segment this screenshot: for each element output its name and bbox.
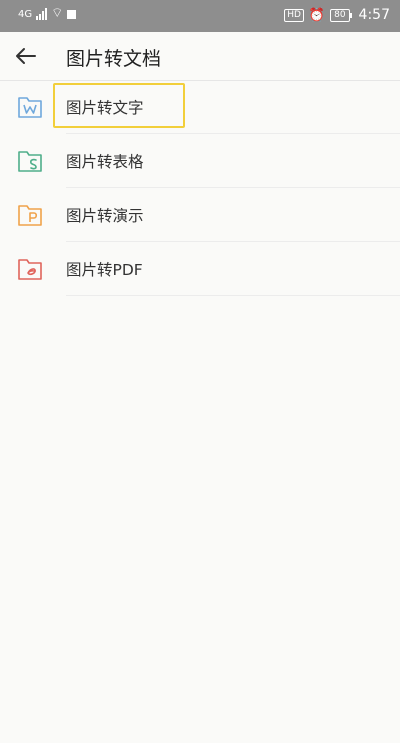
status-bar: 4G ⌔ HD ⏰ 80 4:57	[0, 0, 400, 32]
item-label: 图片转表格	[66, 153, 144, 171]
battery-icon: 80	[330, 8, 353, 22]
alarm-icon: ⏰	[308, 7, 326, 23]
item-label: 图片转PDF	[66, 261, 143, 279]
notification-icon	[67, 9, 77, 19]
divider	[66, 295, 400, 296]
list-item-image-to-text[interactable]: 图片转文字	[0, 80, 400, 134]
clock: 4:57	[358, 7, 390, 23]
signal-icon	[36, 8, 48, 20]
conversion-list: 图片转文字 图片转表格 图片转演示 图片转PDF	[0, 80, 400, 296]
wifi-icon: ⌔	[51, 6, 64, 21]
list-item-image-to-slides[interactable]: 图片转演示	[0, 188, 400, 242]
arrow-left-icon	[16, 48, 36, 64]
doc-word-icon	[18, 97, 42, 118]
network-type: 4G	[18, 8, 33, 20]
item-label: 图片转演示	[66, 207, 144, 225]
doc-pdf-icon	[18, 259, 42, 280]
list-item-image-to-pdf[interactable]: 图片转PDF	[0, 242, 400, 296]
app-bar: 图片转文档	[0, 32, 400, 81]
selection-highlight	[53, 83, 185, 128]
back-button[interactable]	[10, 41, 42, 71]
doc-sheet-icon	[18, 151, 42, 172]
list-item-image-to-sheet[interactable]: 图片转表格	[0, 134, 400, 188]
hd-badge: HD	[284, 8, 304, 22]
doc-slides-icon	[18, 205, 42, 226]
page-title: 图片转文档	[66, 48, 162, 70]
